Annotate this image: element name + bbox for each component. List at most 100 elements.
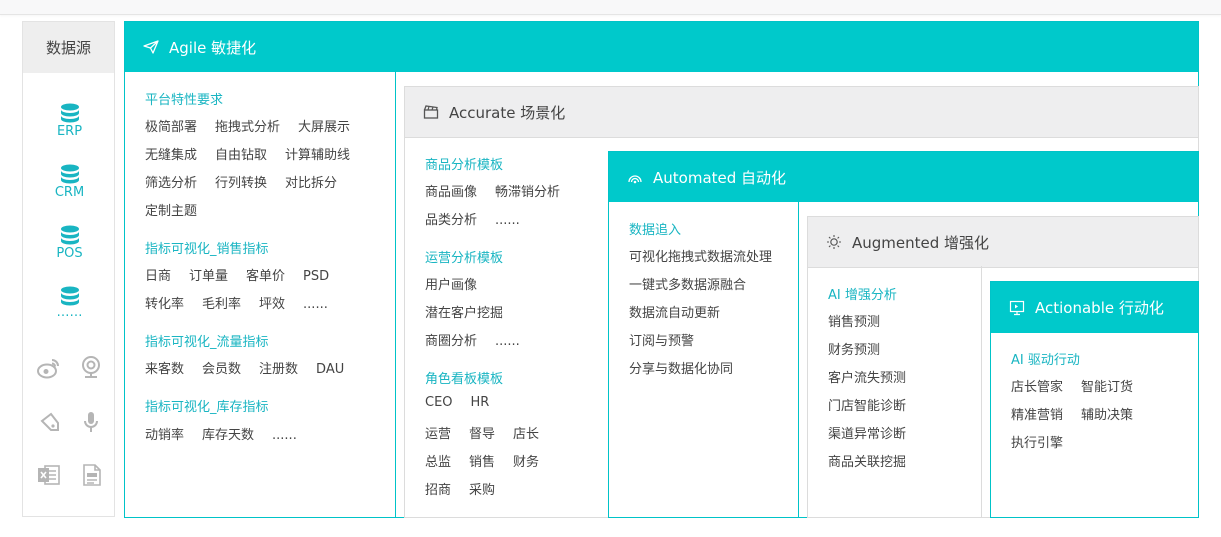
datasource-item-erp[interactable]: ERP xyxy=(23,102,116,139)
augmented-divider xyxy=(981,266,982,518)
agile-row: 极简部署 拖拽式分析 大屏展示 xyxy=(145,116,368,135)
signal-icon xyxy=(627,170,643,184)
accurate-section-title: 商品分析模板 xyxy=(425,158,504,173)
datasource-label: ERP xyxy=(56,124,83,139)
automated-row: 分享与数据化协同 xyxy=(629,358,751,377)
document-icon xyxy=(83,464,101,486)
automated-header: Automated 自动化 xyxy=(609,152,1198,202)
template-item: 畅滞销分析 xyxy=(495,185,561,200)
agile-section-title: 指标可视化_销售指标 xyxy=(145,242,269,257)
role-item: 店长 xyxy=(513,427,540,442)
datasource-item-pos[interactable]: POS xyxy=(23,224,116,261)
analysis-item: 渠道异常诊断 xyxy=(828,427,907,442)
action-item: 智能订货 xyxy=(1081,380,1134,395)
feature-item: 自由钻取 xyxy=(215,148,268,163)
accurate-row: 运营 督导 店长 xyxy=(425,423,557,442)
template-item: ...... xyxy=(495,334,520,349)
analysis-item: 销售预测 xyxy=(828,315,881,330)
agile-row: 筛选分析 行列转换 对比拆分 xyxy=(145,172,355,191)
agile-section-title: 平台特性要求 xyxy=(145,93,224,108)
accurate-row: 用户画像 xyxy=(425,274,495,293)
automated-row: 一键式多数据源融合 xyxy=(629,274,764,293)
metric-item: 日商 xyxy=(145,269,172,284)
metric-item: 注册数 xyxy=(259,362,299,377)
action-item: 执行引擎 xyxy=(1011,436,1064,451)
agile-row: 日商 订单量 客单价 PSD xyxy=(145,265,347,284)
feature-item: 对比拆分 xyxy=(285,176,338,191)
template-item: 潜在客户挖掘 xyxy=(425,306,504,321)
analysis-item: 财务预测 xyxy=(828,343,881,358)
agile-divider xyxy=(395,71,396,518)
datasource-label: POS xyxy=(56,246,83,261)
automation-item: 订阅与预警 xyxy=(629,334,695,349)
agile-header: Agile 敏捷化 xyxy=(125,22,1198,72)
automated-row: 数据流自动更新 xyxy=(629,302,738,321)
automated-row: 可视化拖拽式数据流处理 xyxy=(629,246,790,265)
role-item: HR xyxy=(470,395,490,410)
database-icon xyxy=(60,164,79,184)
actionable-section-title: AI 驱动行动 xyxy=(1011,353,1080,368)
accurate-title: Accurate 场景化 xyxy=(449,103,566,122)
augmented-row: 客户流失预测 xyxy=(828,367,924,386)
metric-item: 动销率 xyxy=(145,428,185,443)
role-item: 总监 xyxy=(425,455,452,470)
automated-title: Automated 自动化 xyxy=(653,168,787,187)
accurate-row: 品类分析...... xyxy=(425,209,538,228)
augmented-section-title: AI 增强分析 xyxy=(828,288,897,303)
automation-item: 分享与数据化协同 xyxy=(629,362,734,377)
agile-row: 转化率 毛利率 坪效...... xyxy=(145,293,346,312)
metric-item: ...... xyxy=(272,428,297,443)
action-item: 辅助决策 xyxy=(1081,408,1134,423)
clapperboard-icon xyxy=(423,105,439,119)
feature-item: 定制主题 xyxy=(145,204,198,219)
automation-item: 数据流自动更新 xyxy=(629,306,721,321)
automation-item: 可视化拖拽式数据流处理 xyxy=(629,250,773,265)
feature-item: 大屏展示 xyxy=(298,120,351,135)
accurate-row: 总监 销售 财务 xyxy=(425,451,557,470)
template-item: 品类分析 xyxy=(425,213,478,228)
augmented-row: 渠道异常诊断 xyxy=(828,423,924,442)
role-item: 财务 xyxy=(513,455,540,470)
agile-row: 定制主题 xyxy=(145,200,215,219)
metric-item: 来客数 xyxy=(145,362,185,377)
metric-item: 客单价 xyxy=(246,269,286,284)
actionable-row: 执行引擎 xyxy=(1011,432,1081,451)
augmented-header: Augmented 增强化 xyxy=(808,217,1198,268)
accurate-row: CEO HR xyxy=(425,395,507,410)
role-item: 招商 xyxy=(425,483,452,498)
template-item: 商圈分析 xyxy=(425,334,478,349)
metric-item: 毛利率 xyxy=(202,297,242,312)
feature-item: 无缝集成 xyxy=(145,148,198,163)
accurate-row: 商品画像 畅滞销分析 xyxy=(425,181,578,200)
automated-divider xyxy=(798,201,799,518)
accurate-row: 潜在客户挖掘 xyxy=(425,302,521,321)
webcam-icon xyxy=(82,356,100,378)
database-icon xyxy=(60,225,79,245)
agile-section-title: 指标可视化_库存指标 xyxy=(145,400,269,415)
datasource-item-more[interactable]: …… xyxy=(23,285,116,320)
actionable-panel: Actionable 行动化 AI 驱动行动 店长管家 智能订货 精准营销 辅助决策… xyxy=(990,281,1199,518)
microphone-icon xyxy=(84,412,98,432)
agile-row: 来客数 会员数 注册数 DAU xyxy=(145,358,362,377)
tag-icon xyxy=(40,412,59,431)
action-item: 精准营销 xyxy=(1011,408,1064,423)
augmented-row: 门店智能诊断 xyxy=(828,395,924,414)
template-item: ...... xyxy=(495,213,520,228)
feature-item: 计算辅助线 xyxy=(285,148,351,163)
role-item: CEO xyxy=(425,395,453,410)
augmented-row: 财务预测 xyxy=(828,339,898,358)
augmented-row: 销售预测 xyxy=(828,311,898,330)
metric-item: 库存天数 xyxy=(202,428,255,443)
actionable-row: 精准营销 辅助决策 xyxy=(1011,404,1151,423)
feature-item: 极简部署 xyxy=(145,120,198,135)
excel-icon xyxy=(38,465,60,485)
metric-item: 会员数 xyxy=(202,362,242,377)
agile-section-title: 指标可视化_流量指标 xyxy=(145,335,269,350)
actionable-header: Actionable 行动化 xyxy=(991,282,1198,333)
database-icon xyxy=(60,103,79,123)
metric-item: DAU xyxy=(316,362,345,377)
analysis-item: 商品关联挖掘 xyxy=(828,455,907,470)
feature-item: 拖拽式分析 xyxy=(215,120,281,135)
datasource-item-crm[interactable]: CRM xyxy=(23,163,116,200)
weibo-icon xyxy=(37,359,59,379)
